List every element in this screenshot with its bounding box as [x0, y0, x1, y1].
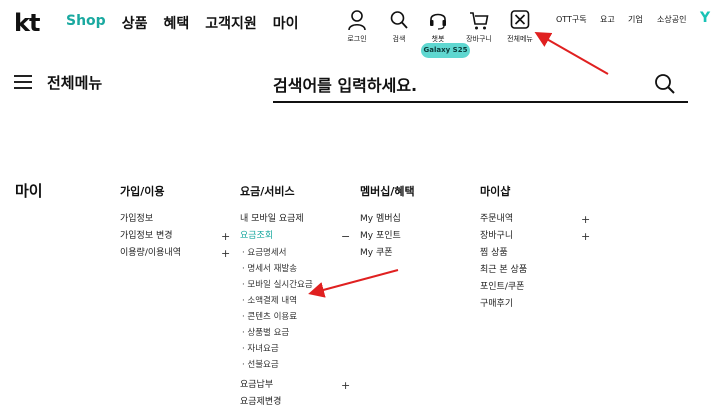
close-box-icon	[510, 10, 530, 29]
all-menu-title: 전체메뉴	[47, 74, 103, 92]
submenu-item[interactable]: · 요금명세서	[240, 245, 355, 261]
y-logo[interactable]: Y	[700, 10, 710, 26]
chatbot-button[interactable]: 챗봇	[418, 9, 458, 44]
submenu-item[interactable]: · 모바일 실시간요금	[240, 277, 355, 293]
expand-icon[interactable]: +	[341, 377, 350, 394]
submenu-item[interactable]: · 상품별 요금	[240, 325, 355, 341]
column-title: 마이샵	[480, 185, 511, 198]
item-label: 요금조회	[240, 231, 274, 241]
all-menu-toggle[interactable]: 전체메뉴	[500, 9, 540, 44]
column-title: 가입/이용	[120, 185, 165, 198]
person-icon	[348, 10, 366, 31]
item-label: My 쿠폰	[360, 248, 393, 258]
search-placeholder: 검색어를 입력하세요.	[273, 76, 418, 95]
item-label: 장바구니	[480, 231, 514, 241]
item-label: 가입정보	[120, 214, 154, 224]
nav-products[interactable]: 상품	[122, 13, 148, 33]
submenu-item-micropayment[interactable]: · 소액결제 내역	[240, 293, 355, 309]
item-label: 요금납부	[240, 380, 274, 390]
item-label: My 포인트	[360, 231, 401, 241]
search-icon[interactable]	[654, 73, 676, 95]
item-label: 최근 본 상품	[480, 265, 528, 275]
expand-icon[interactable]: +	[221, 245, 230, 262]
menu-item-bill-payment[interactable]: 요금납부 +	[240, 377, 355, 394]
submenu-item[interactable]: · 명세서 재발송	[240, 261, 355, 277]
search-icon	[390, 11, 408, 29]
menu-item-reviews[interactable]: 구매후기	[480, 296, 595, 313]
item-label: 이용량/이용내역	[120, 248, 181, 258]
menu-item-usage-history[interactable]: 이용량/이용내역 +	[120, 245, 235, 262]
headset-icon	[430, 13, 446, 30]
login-button[interactable]: 로그인	[337, 9, 377, 44]
item-label: 포인트/쿠폰	[480, 282, 525, 292]
yogo-link[interactable]: 요고	[600, 14, 615, 25]
menu-item-my-mobile-plan[interactable]: 내 모바일 요금제	[240, 211, 355, 228]
submenu-item[interactable]: · 콘텐츠 이용료	[240, 309, 355, 325]
menu-column-subscription: 가입/이용 가입정보 가입정보 변경 + 이용량/이용내역 +	[120, 183, 235, 262]
item-label: 가입정보 변경	[120, 231, 173, 241]
item-label: 찜 상품	[480, 248, 508, 258]
search-input[interactable]: 검색어를 입력하세요.	[273, 65, 688, 103]
menu-item-my-points[interactable]: My 포인트	[360, 228, 475, 245]
login-label: 로그인	[347, 35, 367, 43]
submenu-item[interactable]: · 선불요금	[240, 357, 355, 373]
kt-logo[interactable]: kt	[14, 9, 40, 37]
all-menu-label: 전체메뉴	[507, 35, 533, 43]
expand-icon[interactable]: +	[221, 228, 230, 245]
item-label: 내 모바일 요금제	[240, 214, 304, 224]
menu-column-membership: 멤버십/혜택 My 멤버십 My 포인트 My 쿠폰	[360, 183, 475, 262]
menu-item-subscription-change[interactable]: 가입정보 변경 +	[120, 228, 235, 245]
menu-item-my-membership[interactable]: My 멤버십	[360, 211, 475, 228]
galaxy-badge[interactable]: Galaxy S25	[421, 43, 470, 58]
menu-item-subscription-info[interactable]: 가입정보	[120, 211, 235, 228]
item-label: 주문내역	[480, 214, 514, 224]
column-title: 요금/서비스	[240, 185, 295, 198]
menu-item-recently-viewed[interactable]: 최근 본 상품	[480, 262, 595, 279]
nav-shop[interactable]: Shop	[66, 13, 106, 33]
column-title: 멤버십/혜택	[360, 185, 415, 198]
nav-support[interactable]: 고객지원	[205, 13, 257, 33]
search-label: 검색	[392, 35, 406, 43]
cart-icon	[470, 12, 489, 30]
cart-button[interactable]: 장바구니	[459, 9, 499, 44]
menu-item-orders[interactable]: 주문내역 +	[480, 211, 595, 228]
nav-benefits[interactable]: 혜택	[163, 13, 189, 33]
small-business-link[interactable]: 소상공인	[657, 14, 686, 25]
search-button[interactable]: 검색	[379, 9, 419, 44]
menu-item-bill-inquiry[interactable]: 요금조회 −	[240, 228, 355, 245]
menu-item-points-coupons[interactable]: 포인트/쿠폰	[480, 279, 595, 296]
ott-link[interactable]: OTT구독	[556, 14, 587, 25]
menu-column-myshop: 마이샵 주문내역 + 장바구니 + 찜 상품 최근 본 상품 포인트/쿠폰 구매후기	[480, 183, 595, 313]
section-title-my: 마이	[15, 182, 43, 200]
menu-item-plan-change[interactable]: 요금제변경	[240, 394, 355, 411]
expand-icon[interactable]: +	[581, 228, 590, 245]
menu-item-cart[interactable]: 장바구니 +	[480, 228, 595, 245]
item-label: 요금제변경	[240, 397, 282, 407]
business-link[interactable]: 기업	[628, 14, 643, 25]
nav-my[interactable]: 마이	[273, 13, 299, 33]
main-nav: Shop 상품 혜택 고객지원 마이	[66, 13, 299, 33]
item-label: 구매후기	[480, 299, 514, 309]
item-label: My 멤버십	[360, 214, 401, 224]
expand-icon[interactable]: +	[581, 211, 590, 228]
menu-item-wishlist[interactable]: 찜 상품	[480, 245, 595, 262]
submenu-item[interactable]: · 자녀요금	[240, 341, 355, 357]
hamburger-icon[interactable]	[14, 75, 32, 89]
menu-item-my-coupons[interactable]: My 쿠폰	[360, 245, 475, 262]
collapse-icon[interactable]: −	[341, 228, 350, 245]
menu-column-billing: 요금/서비스 내 모바일 요금제 요금조회 − · 요금명세서 · 명세서 재발송…	[240, 183, 355, 411]
